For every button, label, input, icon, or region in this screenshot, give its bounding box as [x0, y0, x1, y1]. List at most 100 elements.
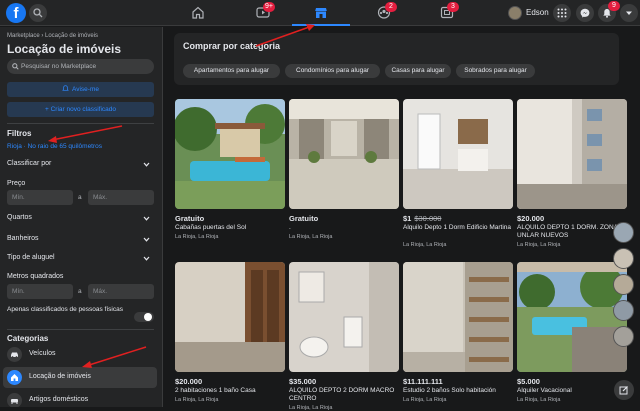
listing-location: La Rioja, La Rioja [517, 397, 561, 403]
account-menu-button[interactable] [620, 4, 638, 22]
rental-type-filter[interactable]: Tipo de aluguel [7, 251, 154, 265]
house-icon [11, 374, 18, 381]
chip-houses[interactable]: Casas para alugar [385, 64, 451, 78]
listing-card[interactable]: $20.000 ALQUILO DEPTO 1 DORM. ZONA UNLAR… [517, 99, 627, 249]
listing-title: . [289, 224, 291, 231]
price-label: Preço [7, 180, 26, 187]
tab-marketplace[interactable] [292, 0, 350, 26]
listing-title: Estudio 2 baños Solo habitación [403, 387, 496, 394]
listing-price: $20.000 [517, 214, 545, 223]
shop-by-category-panel: Comprar por categoria Apartamentos para … [174, 33, 619, 85]
gaming-badge: 3 [447, 2, 459, 12]
price-min-input[interactable] [7, 190, 73, 205]
location-filter-link[interactable]: Rioja · No raio de 65 quilômetros [7, 143, 102, 150]
notifications-button[interactable]: 9 [598, 1, 620, 22]
listing-location: La Rioja, La Rioja [289, 234, 333, 240]
listing-photo [403, 99, 513, 209]
chevron-down-icon [143, 237, 150, 242]
listing-photo [175, 99, 285, 209]
sellers-only-toggle[interactable] [134, 312, 154, 322]
listing-card[interactable]: $5.000 Alquiler Vacacional La Rioja, La … [517, 262, 627, 407]
new-message-button[interactable] [614, 380, 634, 400]
tab-gaming[interactable]: 3 [418, 0, 476, 26]
sqm-min-input[interactable] [7, 284, 73, 299]
chat-head[interactable] [613, 222, 634, 243]
listing-location: La Rioja, La Rioja [289, 405, 333, 411]
category-label: Veículos [29, 350, 56, 357]
chat-head[interactable] [613, 248, 634, 269]
listing-card[interactable]: $20.000 2 habitaciones 1 baño Casa La Ri… [175, 262, 285, 407]
home-icon [192, 6, 204, 19]
listing-photo [517, 262, 627, 372]
listing-price: $20.000 [175, 377, 203, 386]
menu-button[interactable] [553, 4, 571, 22]
rental-type-filter-label: Tipo de aluguel [7, 254, 55, 261]
listing-title: 2 habitaciones 1 baño Casa [175, 387, 256, 394]
category-label: Artigos domésticos [29, 396, 89, 403]
chevron-down-icon [143, 216, 150, 221]
sqm-max-input[interactable] [88, 284, 154, 299]
listing-old-price: $30.000 [414, 214, 442, 223]
chip-apartments[interactable]: Apartamentos para alugar [183, 64, 280, 78]
messenger-button[interactable] [576, 4, 594, 22]
divider [7, 329, 154, 330]
tab-watch[interactable]: 9+ [234, 0, 292, 26]
tab-home[interactable] [169, 0, 227, 26]
sort-filter[interactable]: Classificar por [7, 157, 154, 171]
breadcrumb[interactable]: Marketplace › Locação de imóveis [7, 33, 98, 39]
sellers-only-label: Apenas classificados de pessoas físicas [7, 306, 123, 313]
chip-condos[interactable]: Condomínios para alugar [285, 64, 380, 78]
listing-title: Alquilo Depto 1 Dorm Edificio Martina [403, 224, 512, 231]
search-box [7, 59, 154, 74]
bathrooms-filter[interactable]: Banheiros [7, 232, 154, 246]
price-max-input[interactable] [88, 190, 154, 205]
page-title: Locação de imóveis [7, 42, 122, 56]
bell-icon [62, 85, 69, 91]
groups-badge: 2 [385, 2, 397, 12]
listing-card[interactable]: Gratuito Cabañas puertas del Sol La Rioj… [175, 99, 285, 249]
listing-card[interactable]: $1 $30.000 Alquilo Depto 1 Dorm Edificio … [403, 99, 513, 249]
category-property-rentals[interactable]: Locação de imóveis [3, 367, 157, 388]
rooms-filter[interactable]: Quartos [7, 211, 154, 225]
listing-card[interactable]: $35.000 ALQUILO DEPTO 2 DORM MACRO CENTR… [289, 262, 399, 411]
caret-down-icon [626, 11, 632, 15]
watch-badge: 9+ [263, 2, 275, 12]
listing-location: La Rioja, La Rioja [403, 242, 447, 248]
categories-title: Categorias [7, 334, 49, 343]
search-input[interactable] [21, 59, 149, 74]
listing-card[interactable]: $11.111.111 Estudio 2 baños Solo habitac… [403, 262, 513, 407]
shop-by-category-title: Comprar por categoria [183, 41, 281, 51]
alert-button-label: Avise-me [72, 86, 99, 93]
divider [7, 123, 154, 124]
tab-groups[interactable]: 2 [355, 0, 413, 26]
range-separator: a [78, 194, 82, 201]
alert-button[interactable]: Avise-me [7, 82, 154, 97]
listing-title: ALQUILO DEPTO 1 DORM. ZONA UNLAR NUEVOS [517, 224, 618, 239]
search-button[interactable] [29, 4, 47, 22]
listing-title: ALQUILO DEPTO 2 DORM MACRO CENTRO [289, 387, 395, 402]
listing-price: Gratuito [289, 214, 319, 223]
facebook-logo[interactable]: f [6, 3, 26, 23]
listing-photo [175, 262, 285, 372]
chip-townhouses[interactable]: Sobrados para alugar [456, 64, 535, 78]
profile-button[interactable]: Edson [506, 4, 549, 22]
listing-card[interactable]: Gratuito . La Rioja, La Rioja [289, 99, 399, 249]
avatar [508, 6, 522, 20]
top-navigation-bar: f 9+ 2 3 Edson 9 [0, 0, 640, 26]
category-vehicles[interactable]: Veículos [3, 344, 157, 365]
listing-title: Cabañas puertas del Sol [175, 224, 247, 231]
sidebar: Marketplace › Locação de imóveis Locação… [0, 27, 163, 407]
listing-photo [289, 99, 399, 209]
listing-location: La Rioja, La Rioja [403, 397, 447, 403]
listing-price-value: $1 [403, 214, 412, 223]
search-icon [33, 8, 43, 18]
chat-head[interactable] [613, 274, 634, 295]
chat-head[interactable] [613, 326, 634, 347]
create-listing-button[interactable]: + Criar novo classificado [7, 102, 154, 117]
category-household[interactable]: Artigos domésticos [3, 390, 157, 407]
listing-price: $1 $30.000 [403, 214, 441, 223]
chat-head[interactable] [613, 300, 634, 321]
sofa-icon [11, 399, 18, 404]
category-icon-bg [7, 347, 22, 362]
car-icon [11, 352, 18, 358]
